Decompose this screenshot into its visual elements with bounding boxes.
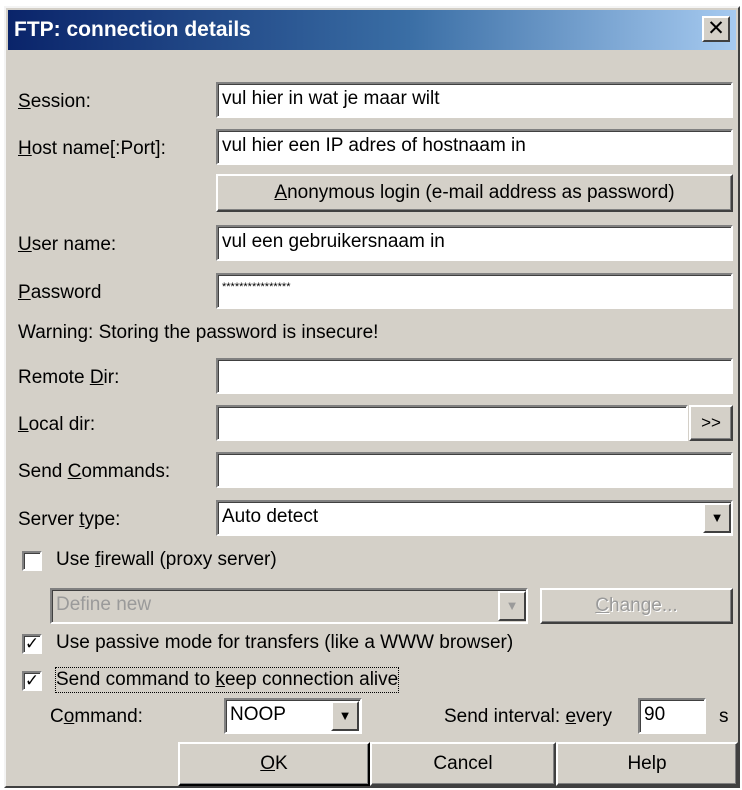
local-dir-label: Local dir:: [18, 414, 96, 435]
chevron-down-icon[interactable]: ▼: [703, 503, 731, 533]
server-type-select[interactable]: Auto detect: [216, 500, 733, 536]
passive-mode-checkbox[interactable]: ✓: [22, 634, 42, 654]
command-label: Command:: [50, 706, 143, 727]
change-proxy-button[interactable]: Change...: [540, 588, 733, 624]
host-input[interactable]: vul hier een IP adres of hostnaam in: [216, 129, 733, 165]
send-commands-input[interactable]: [216, 452, 733, 488]
anonymous-login-button[interactable]: Anonymous login (e-mail address as passw…: [216, 174, 733, 212]
browse-local-dir-button[interactable]: >>: [689, 405, 733, 441]
close-icon: ✕: [707, 17, 725, 40]
send-interval-unit: s: [719, 706, 729, 727]
passive-mode-label: Use passive mode for transfers (like a W…: [56, 632, 514, 653]
send-interval-label: Send interval: every: [444, 706, 612, 727]
window-title: FTP: connection details: [14, 18, 251, 41]
proxy-chevron-down-icon[interactable]: ▼: [498, 591, 526, 621]
help-button[interactable]: Help: [556, 742, 738, 786]
password-input[interactable]: ****************: [216, 273, 733, 309]
send-interval-input[interactable]: 90: [638, 698, 706, 734]
remote-dir-input[interactable]: [216, 358, 733, 394]
ok-button[interactable]: OK: [178, 742, 370, 786]
user-name-label: User name:: [18, 234, 117, 255]
cancel-button[interactable]: Cancel: [370, 742, 556, 786]
title-bar[interactable]: FTP: connection details ✕: [8, 10, 736, 50]
password-warning: Warning: Storing the password is insecur…: [18, 322, 379, 343]
ftp-connection-dialog: FTP: connection details ✕ Session: vul h…: [4, 6, 740, 788]
local-dir-input[interactable]: [216, 405, 688, 441]
host-label: Host name[:Port]:: [18, 138, 166, 159]
firewall-label: Use firewall (proxy server): [56, 549, 277, 570]
session-label: Session:: [18, 91, 91, 112]
server-type-label: Server type:: [18, 509, 121, 530]
send-commands-label: Send Commands:: [18, 461, 171, 482]
remote-dir-label: Remote Dir:: [18, 367, 120, 388]
session-input[interactable]: vul hier in wat je maar wilt: [216, 82, 733, 118]
user-name-input[interactable]: vul een gebruikersnaam in: [216, 225, 733, 261]
proxy-select[interactable]: Define new: [50, 588, 528, 624]
password-label: Password: [18, 282, 102, 303]
keep-alive-label: Send command to keep connection alive: [54, 667, 400, 693]
keep-alive-checkbox[interactable]: ✓: [22, 671, 42, 691]
command-chevron-down-icon[interactable]: ▼: [331, 701, 359, 731]
firewall-checkbox[interactable]: [22, 551, 42, 571]
close-button[interactable]: ✕: [702, 16, 730, 42]
